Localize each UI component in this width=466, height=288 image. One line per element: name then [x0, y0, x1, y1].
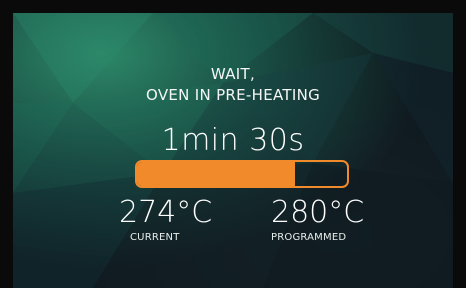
status-message-line1: WAIT, [210, 65, 256, 83]
programmed-temperature: 280°C [271, 195, 365, 230]
device-bezel: WAIT, OVEN IN PRE-HEATING 1min 30s 274°C… [0, 0, 466, 288]
current-temperature: 274°C [119, 195, 213, 230]
preheat-progress-fill [137, 162, 295, 186]
programmed-temperature-label: PROGRAMMED [271, 232, 347, 243]
preheat-progress-bar [135, 160, 349, 188]
current-temperature-label: CURRENT [130, 232, 180, 243]
display-screen: WAIT, OVEN IN PRE-HEATING 1min 30s 274°C… [13, 13, 453, 288]
status-message-line2: OVEN IN PRE-HEATING [145, 86, 321, 104]
remaining-time: 1min 30s [161, 123, 305, 158]
